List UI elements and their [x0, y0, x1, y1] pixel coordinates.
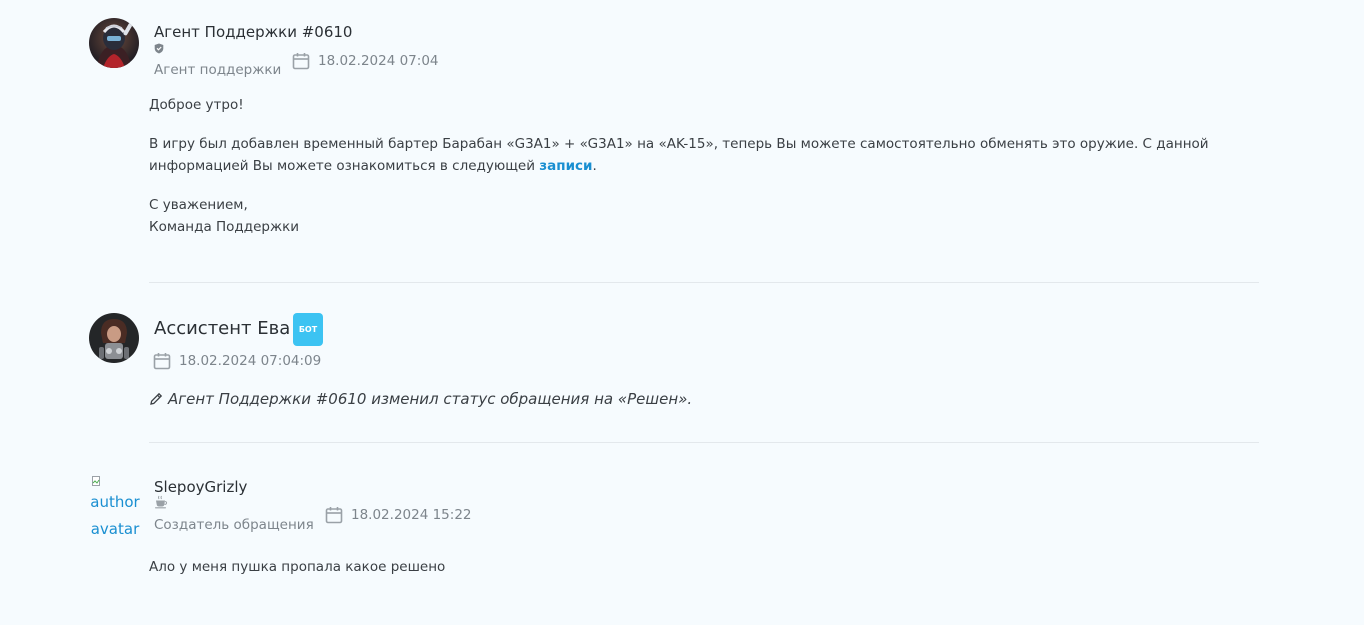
bot-name[interactable]: Ассистент Ева	[154, 318, 290, 339]
agent-name[interactable]: Агент Поддержки #0610	[154, 23, 352, 41]
bot-badge: БОТ	[293, 313, 323, 346]
calendar-icon	[153, 353, 171, 370]
ticket-thread: Агент Поддержки #0610 Агент поддержки 18…	[0, 0, 1364, 625]
date-text: 18.02.2024 15:22	[351, 507, 472, 523]
date-text: 18.02.2024 07:04	[318, 53, 439, 69]
shield-icon	[154, 43, 164, 54]
bot-date: 18.02.2024 07:04:09	[153, 352, 321, 370]
date-text: 18.02.2024 07:04:09	[179, 353, 322, 369]
message-paragraph: В игру был добавлен временный бартер Бар…	[149, 133, 1259, 177]
greeting: Доброе утро!	[149, 97, 244, 113]
status-change-note: Агент Поддержки #0610 изменил статус обр…	[149, 390, 692, 408]
creator-message-text: Ало у меня пушка пропала какое решено	[149, 559, 446, 575]
signature-line-2: Команда Поддержки	[149, 219, 300, 235]
signature-line-1: С уважением,	[149, 197, 248, 213]
creator-name[interactable]: SlepoyGrizly	[154, 478, 247, 496]
paragraph-end: .	[592, 158, 597, 174]
status-text: Агент Поддержки #0610 изменил статус обр…	[168, 390, 693, 408]
message-divider	[149, 282, 1259, 283]
calendar-icon	[292, 53, 310, 70]
agent-avatar[interactable]	[89, 18, 139, 68]
record-link[interactable]: записи	[539, 158, 592, 174]
pencil-icon	[150, 392, 163, 405]
agent-date: 18.02.2024 07:04	[292, 52, 439, 70]
calendar-icon	[325, 507, 343, 524]
message-divider	[149, 442, 1259, 443]
creator-message-body: Ало у меня пушка пропала какое решено	[149, 556, 1259, 578]
creator-date: 18.02.2024 15:22	[325, 506, 472, 524]
creator-role: Создатель обращения	[154, 517, 314, 533]
creator-avatar-broken-image[interactable]: author avatar	[89, 476, 141, 540]
agent-role: Агент поддержки	[154, 62, 282, 78]
broken-image-icon	[92, 476, 100, 486]
coffee-cup-icon	[155, 495, 168, 509]
paragraph-text: В игру был добавлен временный бартер Бар…	[149, 136, 1209, 174]
bot-avatar[interactable]	[89, 313, 139, 363]
agent-message-body: Доброе утро! В игру был добавлен временн…	[149, 94, 1259, 238]
